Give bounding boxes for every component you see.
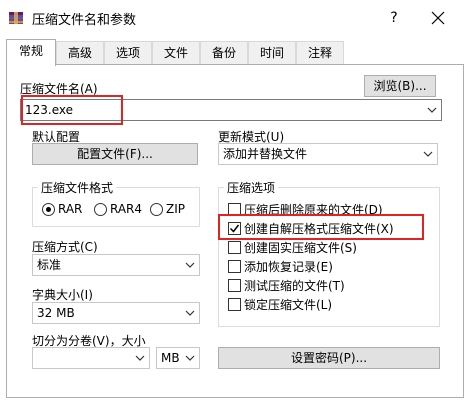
set-password-button[interactable]: 设置密码(P)... (218, 347, 440, 369)
checkbox-lock-archive-label[interactable]: 锁定压缩文件(L) (244, 296, 332, 313)
tab-strip: 常规 高级 选项 文件 备份 时间 注释 (6, 39, 464, 66)
chevron-down-icon (427, 107, 437, 113)
window-title: 压缩文件名和参数 (32, 13, 137, 28)
radio-rar4[interactable] (94, 203, 107, 216)
tab-files[interactable]: 文件 (152, 41, 200, 65)
tab-comment[interactable]: 注释 (296, 41, 344, 65)
split-unit-select[interactable]: MB (156, 347, 200, 369)
split-unit-value: MB (161, 351, 180, 365)
tab-advanced[interactable]: 高级 (56, 41, 104, 65)
chevron-down-icon (135, 355, 145, 361)
checkbox-solid-label[interactable]: 创建固实压缩文件(S) (244, 239, 357, 256)
chevron-down-icon (185, 262, 195, 268)
profile-button[interactable]: 配置文件(F)... (32, 143, 198, 165)
radio-selected-dot (46, 207, 51, 212)
compression-method-value: 标准 (37, 258, 62, 272)
tab-general[interactable]: 常规 (6, 39, 56, 66)
compression-method-select[interactable]: 标准 (32, 254, 200, 276)
checkbox-test-files[interactable] (228, 279, 241, 292)
radio-rar4-label[interactable]: RAR4 (110, 202, 142, 216)
help-button[interactable]: ? (382, 6, 406, 30)
compression-method-label: 压缩方式(C) (32, 240, 98, 254)
checkbox-lock-archive[interactable] (228, 298, 241, 311)
radio-zip[interactable] (150, 203, 163, 216)
checkbox-solid[interactable] (228, 241, 241, 254)
split-size-input[interactable] (32, 347, 150, 369)
chevron-down-icon (185, 355, 195, 361)
compression-options-title: 压缩选项 (224, 179, 279, 196)
update-mode-select[interactable]: 添加并替换文件 (218, 143, 438, 165)
close-button[interactable] (424, 6, 452, 30)
tab-backup[interactable]: 备份 (200, 41, 248, 65)
browse-button[interactable]: 浏览(B)... (364, 75, 436, 97)
winrar-app-icon (8, 10, 24, 26)
radio-rar-label[interactable]: RAR (58, 202, 82, 216)
dictionary-size-select[interactable]: 32 MB (32, 302, 200, 324)
radio-rar[interactable] (42, 203, 55, 216)
tab-time[interactable]: 时间 (248, 41, 296, 65)
archive-format-title: 压缩文件格式 (38, 179, 117, 196)
dictionary-size-label: 字典大小(I) (32, 288, 93, 302)
checkbox-recovery-record-label[interactable]: 添加恢复记录(E) (244, 258, 333, 275)
chevron-down-icon (185, 310, 195, 316)
radio-zip-label[interactable]: ZIP (166, 202, 185, 216)
dictionary-size-value: 32 MB (37, 306, 75, 320)
checkbox-recovery-record[interactable] (228, 260, 241, 273)
tab-options[interactable]: 选项 (104, 41, 152, 65)
highlight-sfx-option (218, 214, 424, 240)
checkbox-test-files-label[interactable]: 测试压缩的文件(T) (244, 277, 345, 294)
highlight-archive-name (21, 95, 123, 125)
chevron-down-icon (423, 151, 433, 157)
close-icon (431, 11, 445, 25)
update-mode-value: 添加并替换文件 (223, 147, 308, 161)
title-bar: 压缩文件名和参数 ? (0, 0, 470, 36)
